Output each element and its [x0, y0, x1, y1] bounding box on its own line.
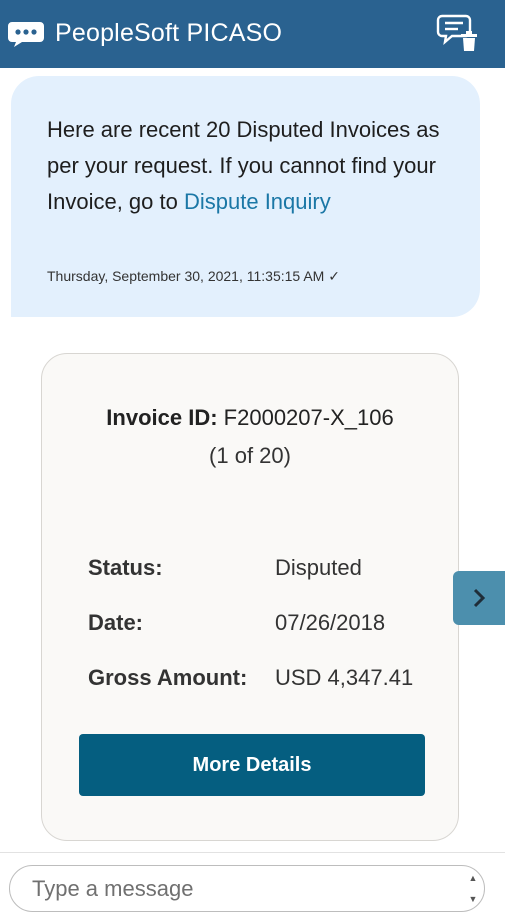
- status-value: Disputed: [275, 555, 362, 580]
- spin-down-arrow-icon[interactable]: ▼: [462, 889, 484, 909]
- date-label: Date:: [88, 610, 144, 635]
- more-details-button[interactable]: More Details: [79, 734, 425, 796]
- invoice-id-line: Invoice ID: F2000207-X_106: [42, 404, 458, 432]
- invoice-id-label: Invoice ID:: [106, 405, 218, 430]
- spin-up-arrow-icon[interactable]: ▲: [462, 868, 484, 888]
- gross-amount-value: USD 4,347.41: [275, 665, 414, 690]
- message-timestamp: Thursday, September 30, 2021, 11:35:15 A…: [47, 268, 340, 284]
- date-value: 07/26/2018: [275, 610, 386, 635]
- app-header: PeopleSoft PICASO: [0, 0, 505, 68]
- invoice-id-value: F2000207-X_106: [223, 405, 394, 430]
- invoice-count: (1 of 20): [209, 443, 291, 468]
- invoice-card: Invoice ID: F2000207-X_106 (1 of 20) Sta…: [41, 353, 459, 841]
- next-card-button[interactable]: [453, 571, 505, 625]
- input-spinner: ▲ ▼: [462, 868, 484, 910]
- dispute-inquiry-link[interactable]: Dispute Inquiry: [184, 189, 331, 214]
- status-label: Status:: [88, 555, 163, 580]
- composer-divider: [0, 852, 505, 853]
- chevron-right-icon: [473, 588, 486, 608]
- chat-bubble-dots-icon: [8, 22, 44, 47]
- message-input[interactable]: [9, 865, 485, 912]
- bot-message-text: Here are recent 20 Disputed Invoices as …: [47, 112, 457, 220]
- app-title: PeopleSoft PICASO: [55, 19, 283, 47]
- bot-message-bubble: Here are recent 20 Disputed Invoices as …: [11, 76, 480, 317]
- clear-chat-icon[interactable]: [436, 13, 480, 53]
- gross-amount-label: Gross Amount:: [88, 665, 248, 690]
